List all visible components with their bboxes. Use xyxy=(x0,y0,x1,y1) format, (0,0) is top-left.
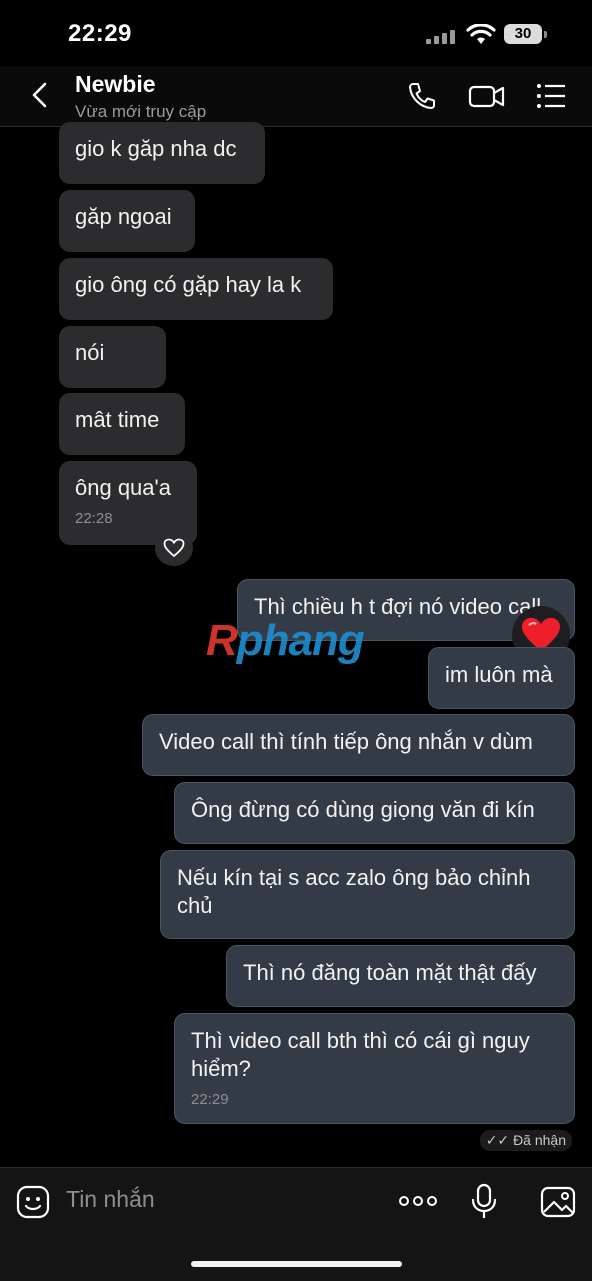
double-check-icon: ✓✓ xyxy=(485,1132,510,1148)
outgoing-message[interactable]: Ông đừng có dùng giọng văn đi kín xyxy=(174,782,575,844)
message-time: 22:29 xyxy=(191,1091,229,1108)
message-text: Thì video call bth thì có cái gì nguy hi… xyxy=(191,1028,530,1081)
microphone-icon[interactable] xyxy=(470,1183,498,1221)
incoming-message[interactable]: nói xyxy=(59,326,166,388)
contact-name[interactable]: Newbie xyxy=(75,71,156,98)
more-icon[interactable] xyxy=(398,1192,438,1210)
outgoing-message[interactable]: Video call thì tính tiếp ông nhắn v dùm xyxy=(142,714,575,776)
incoming-message[interactable]: gio ông có gặp hay la k xyxy=(59,258,333,320)
sticker-icon[interactable] xyxy=(16,1185,50,1219)
chat-header: Newbie Vừa mới truy cập xyxy=(0,66,592,127)
phone-icon[interactable] xyxy=(404,78,440,114)
watermark-logo: Rphang xyxy=(206,616,365,665)
heart-outline-icon xyxy=(163,538,185,558)
wifi-icon xyxy=(466,24,496,44)
delivered-status: ✓✓ Đã nhận xyxy=(479,1130,572,1151)
message-text: ông qua'a xyxy=(75,475,171,500)
battery-indicator: 30 xyxy=(504,24,542,44)
contact-status: Vừa mới truy cập xyxy=(75,102,207,121)
home-indicator[interactable] xyxy=(191,1261,402,1267)
outgoing-message[interactable]: Thì nó đăng toàn mặt thật đấy xyxy=(226,945,575,1007)
status-time: 22:29 xyxy=(68,20,132,47)
outgoing-message[interactable]: Thì video call bth thì có cái gì nguy hi… xyxy=(174,1013,575,1124)
outgoing-message[interactable]: Nếu kín tại s acc zalo ông bảo chỉnh chủ xyxy=(160,850,575,939)
cellular-signal-icon xyxy=(426,30,458,44)
incoming-message[interactable]: găp ngoai xyxy=(59,190,195,252)
status-bar: 22:29 30 xyxy=(0,0,592,66)
back-icon[interactable] xyxy=(26,80,56,110)
message-input[interactable]: Tin nhắn xyxy=(66,1186,155,1213)
incoming-message[interactable]: mât time xyxy=(59,393,185,455)
image-icon[interactable] xyxy=(540,1185,576,1219)
video-call-icon[interactable] xyxy=(467,78,507,114)
battery-tip xyxy=(544,31,547,38)
reaction-button[interactable] xyxy=(155,530,193,566)
outgoing-message[interactable]: im luôn mà xyxy=(428,647,575,709)
message-time: 22:28 xyxy=(75,510,113,527)
incoming-message[interactable]: gio k găp nha dc xyxy=(59,122,265,184)
menu-list-icon[interactable] xyxy=(534,78,570,114)
